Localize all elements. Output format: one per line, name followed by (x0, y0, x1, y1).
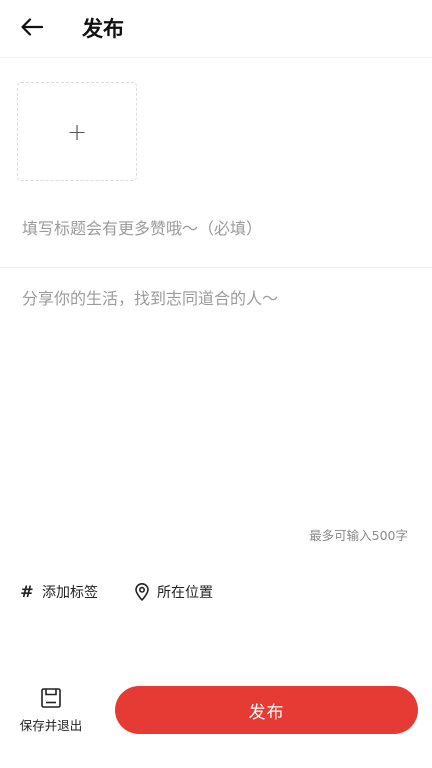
back-button[interactable] (18, 15, 46, 43)
arrow-left-icon (21, 18, 44, 40)
page-title: 发布 (82, 17, 124, 41)
divider (0, 267, 432, 268)
add-tag-button[interactable]: # 添加标签 (18, 580, 98, 604)
save-draft-icon (39, 686, 63, 710)
char-limit-hint: 最多可输入500字 (309, 528, 408, 543)
add-tag-label: 添加标签 (42, 585, 98, 601)
save-and-exit-label: 保存并退出 (19, 718, 83, 733)
header: 发布 (0, 0, 432, 58)
publish-button[interactable]: 发布 (115, 686, 418, 734)
title-input[interactable] (22, 210, 412, 246)
location-pin-icon (133, 583, 151, 601)
publish-page: 发布 + 最多可输入500字 # 添加标签 所在位置 保存并退出 发布 (0, 0, 432, 768)
hashtag-icon: # (20, 582, 34, 601)
save-and-exit-button[interactable]: 保存并退出 (12, 686, 90, 734)
add-image-button[interactable]: + (17, 82, 137, 181)
plus-icon: + (66, 117, 88, 146)
location-label: 所在位置 (157, 585, 213, 601)
location-button[interactable]: 所在位置 (133, 580, 213, 604)
content-input[interactable] (22, 286, 412, 516)
